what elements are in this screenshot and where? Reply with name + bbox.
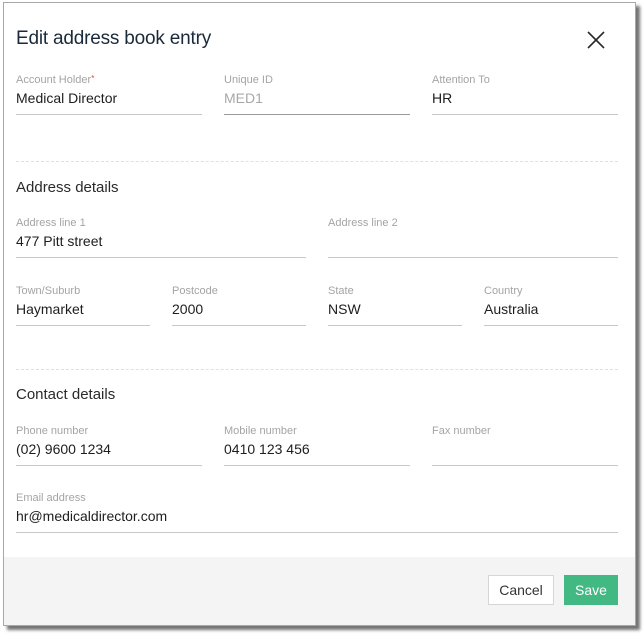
country-label: Country [484, 285, 523, 297]
attention-to-label: Attention To [432, 74, 490, 86]
field-underline [172, 325, 306, 326]
address-line1-label: Address line 1 [16, 217, 86, 229]
postcode-input[interactable] [172, 299, 306, 319]
required-marker: * [91, 74, 95, 83]
dialog-title: Edit address book entry [16, 28, 212, 49]
mobile-label: Mobile number [224, 425, 297, 437]
unique-id-input [224, 88, 410, 108]
mobile-input[interactable] [224, 439, 410, 459]
save-button[interactable]: Save [564, 575, 618, 605]
address-line1-input[interactable] [16, 231, 306, 251]
field-underline [432, 465, 618, 466]
address-details-heading: Address details [16, 179, 119, 196]
email-label: Email address [16, 492, 86, 504]
fax-input[interactable] [432, 439, 618, 459]
field-underline [328, 325, 462, 326]
contact-details-heading: Contact details [16, 386, 116, 403]
dialog-footer: Cancel Save [4, 557, 635, 625]
fax-label: Fax number [432, 425, 491, 437]
unique-id-label: Unique ID [224, 74, 273, 86]
country-input[interactable] [484, 299, 618, 319]
town-label: Town/Suburb [16, 285, 81, 297]
address-line2-input[interactable] [328, 231, 618, 251]
email-input[interactable] [16, 506, 618, 526]
edit-address-dialog: Edit address book entry Account Holder* … [3, 2, 636, 626]
close-button[interactable] [586, 30, 606, 50]
phone-input[interactable] [16, 439, 202, 459]
field-underline [328, 257, 618, 258]
address-line2-label: Address line 2 [328, 217, 398, 229]
field-underline [16, 257, 306, 258]
field-underline [16, 465, 202, 466]
field-underline [16, 114, 202, 115]
close-icon [587, 31, 605, 49]
state-input[interactable] [328, 299, 462, 319]
postcode-label: Postcode [172, 285, 218, 297]
field-underline [16, 325, 150, 326]
attention-to-input[interactable] [432, 88, 618, 108]
field-underline [16, 532, 618, 533]
section-divider [16, 369, 618, 370]
cancel-button[interactable]: Cancel [488, 575, 554, 605]
field-underline [484, 325, 618, 326]
town-input[interactable] [16, 299, 150, 319]
section-divider [16, 161, 618, 162]
field-underline [224, 465, 410, 466]
account-holder-input[interactable] [16, 88, 202, 108]
state-label: State [328, 285, 354, 297]
phone-label: Phone number [16, 425, 89, 437]
field-underline [432, 114, 618, 115]
account-holder-label: Account Holder* [16, 74, 95, 86]
field-underline [224, 114, 410, 115]
